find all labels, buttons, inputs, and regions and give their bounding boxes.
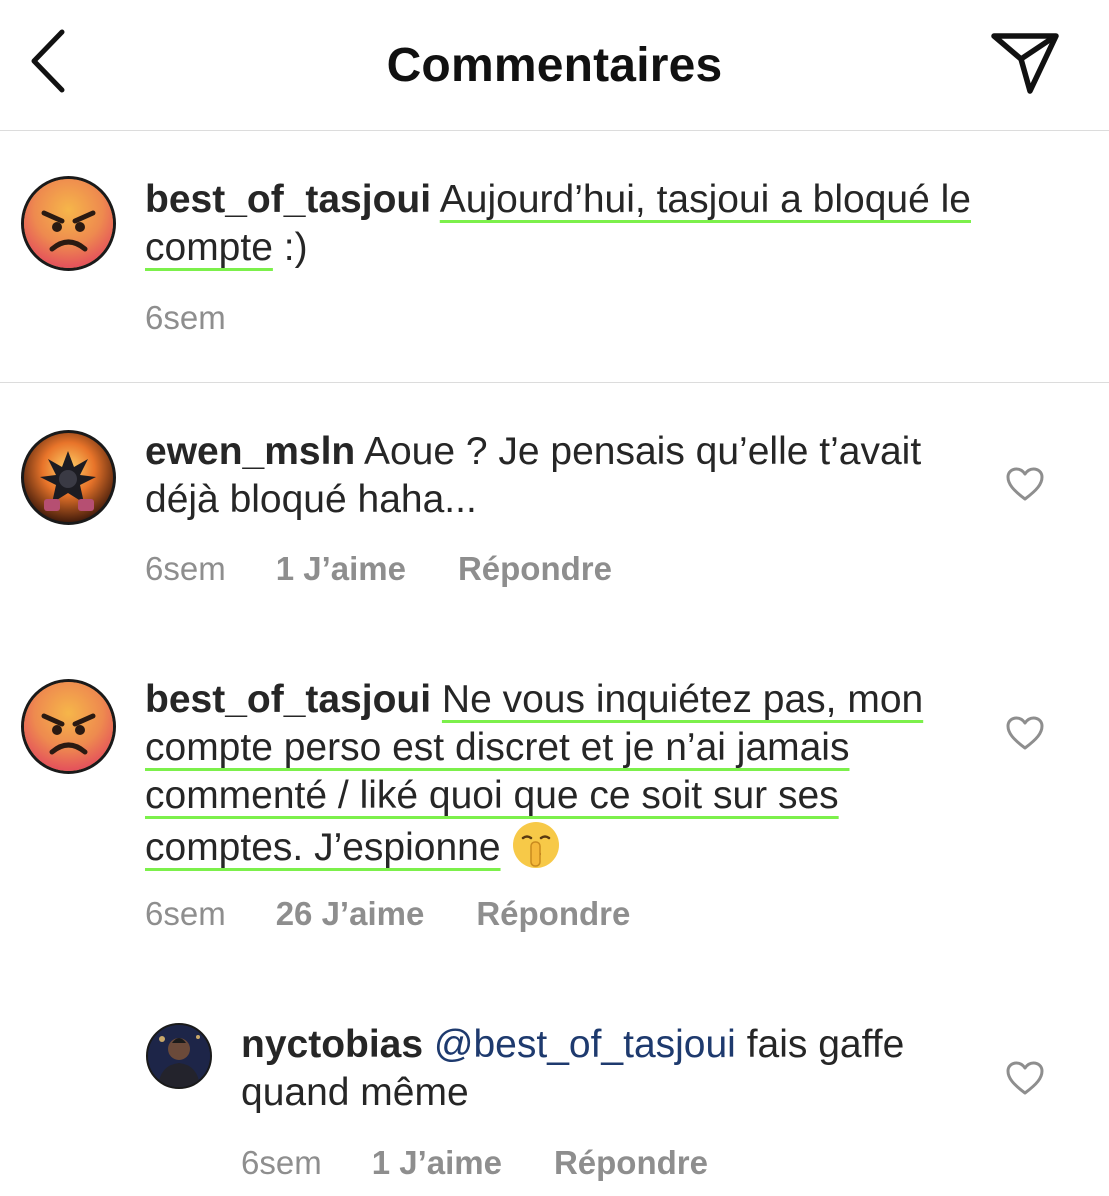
reply-button[interactable]: Répondre xyxy=(554,1144,708,1182)
reply-button[interactable]: Répondre xyxy=(458,550,612,588)
caption-text: best_of_tasjoui Aujourd’hui, tasjoui a b… xyxy=(145,176,1075,272)
comments-screen: Commentaires best_of_tasjoui Aujourd’hui… xyxy=(0,0,1109,1196)
person-photo-icon xyxy=(148,1025,210,1087)
comment-meta: 6sem 1 J’aime Répondre xyxy=(145,550,612,588)
warrior-avatar-icon xyxy=(24,433,113,522)
share-button[interactable] xyxy=(988,28,1062,98)
comment-text: best_of_tasjoui Ne vous inquiétez pas, m… xyxy=(145,676,935,882)
timestamp: 6sem xyxy=(145,299,226,336)
timestamp: 6sem xyxy=(241,1144,322,1181)
avatar[interactable] xyxy=(21,430,116,525)
heart-icon xyxy=(1006,716,1044,750)
caption-meta: 6sem xyxy=(145,299,226,337)
like-button[interactable] xyxy=(1003,462,1047,506)
paper-plane-icon xyxy=(991,33,1059,94)
like-button[interactable] xyxy=(1003,1056,1047,1100)
comment-username[interactable]: nyctobias xyxy=(241,1023,423,1066)
likes-count[interactable]: 1 J’aime xyxy=(372,1144,502,1182)
avatar[interactable] xyxy=(146,1023,212,1089)
angry-face-icon xyxy=(24,682,113,771)
heart-icon xyxy=(1006,467,1044,501)
angry-face-icon xyxy=(24,179,113,268)
mention-link[interactable]: @best_of_tasjoui xyxy=(434,1023,736,1066)
avatar[interactable] xyxy=(21,679,116,774)
comment-text: ewen_msln Aoue ? Je pensais qu’elle t’av… xyxy=(145,428,965,524)
shushing-face-icon xyxy=(511,820,561,882)
comment-meta: 6sem 1 J’aime Répondre xyxy=(241,1144,708,1182)
caption-text-end: :) xyxy=(272,226,308,269)
like-button[interactable] xyxy=(1003,711,1047,755)
caption: best_of_tasjoui Aujourd’hui, tasjoui a b… xyxy=(0,131,1109,383)
likes-count[interactable]: 1 J’aime xyxy=(276,550,406,588)
heart-icon xyxy=(1006,1061,1044,1095)
timestamp: 6sem xyxy=(145,895,226,932)
likes-count[interactable]: 26 J’aime xyxy=(276,895,425,933)
timestamp: 6sem xyxy=(145,550,226,587)
header-bar: Commentaires xyxy=(0,0,1109,131)
comment-meta: 6sem 26 J’aime Répondre xyxy=(145,895,630,933)
caption-username[interactable]: best_of_tasjoui xyxy=(145,178,431,221)
page-title: Commentaires xyxy=(386,39,723,92)
comment-text: nyctobias @best_of_tasjoui fais gaffe qu… xyxy=(241,1021,941,1117)
reply-button[interactable]: Répondre xyxy=(476,895,630,933)
comment-username[interactable]: best_of_tasjoui xyxy=(145,678,431,721)
comment-username[interactable]: ewen_msln xyxy=(145,430,355,473)
avatar[interactable] xyxy=(21,176,116,271)
